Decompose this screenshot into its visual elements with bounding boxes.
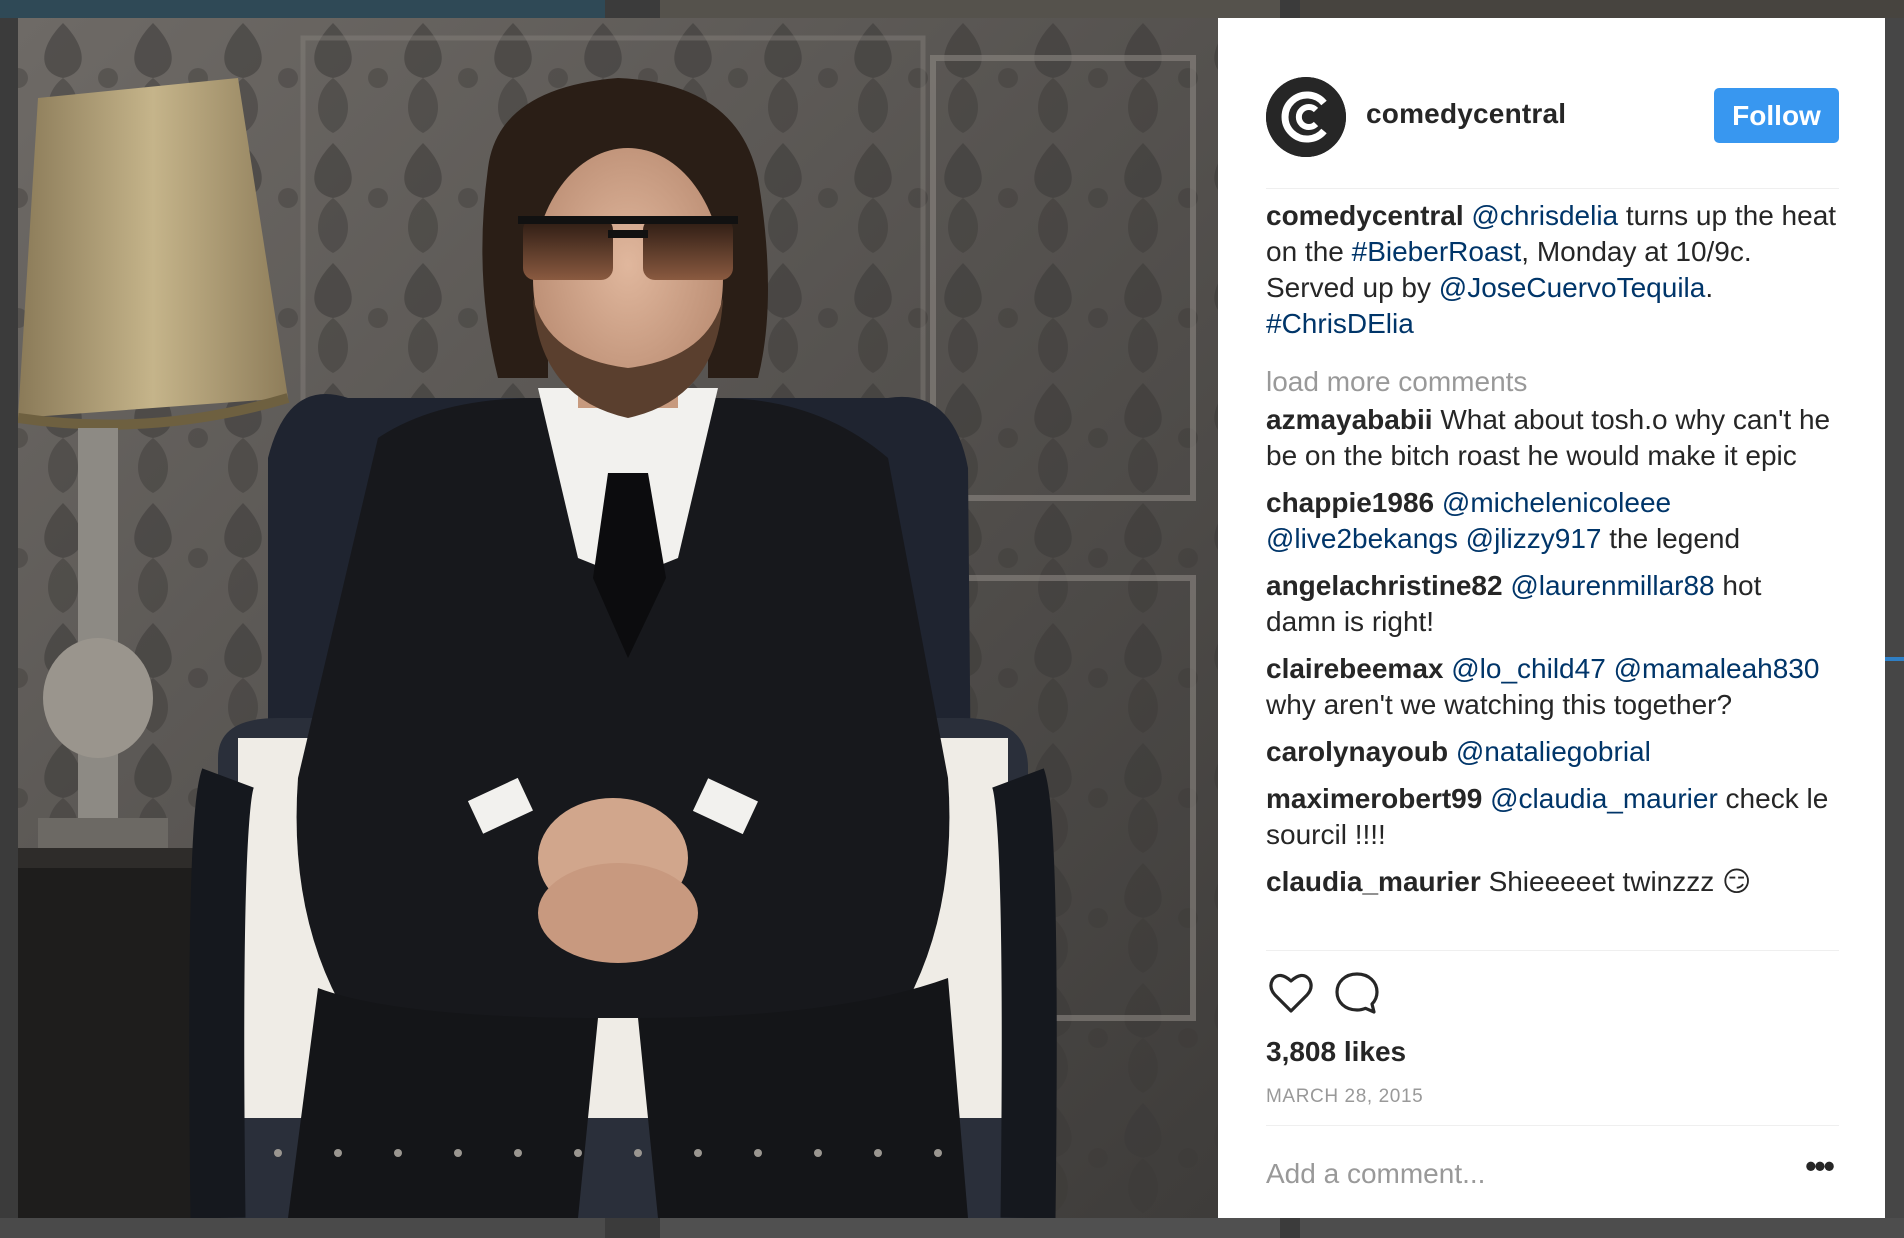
comment-item: clairebeemax @lo_child47 @mamaleah830 wh… <box>1266 651 1839 723</box>
comment-text <box>1606 653 1614 684</box>
comedy-central-logo-avatar[interactable] <box>1266 77 1346 157</box>
comment-item: carolynayoub @nataliegobrial <box>1266 734 1839 770</box>
post-username[interactable]: comedycentral <box>1366 98 1566 130</box>
post-date[interactable]: MARCH 28, 2015 <box>1266 1086 1423 1108</box>
comedy-central-logo-icon <box>1266 77 1346 157</box>
comment-item: angelachristine82 @laurenmillar88 hot da… <box>1266 568 1839 640</box>
comment-container: azmayababii What about tosh.o why can't … <box>1266 402 1839 900</box>
background-post-tile <box>1300 0 1904 18</box>
background-post-tile <box>0 0 605 18</box>
follow-button[interactable]: Follow <box>1714 88 1839 143</box>
background-post-tile <box>1885 18 1904 1218</box>
post-photo-illustration <box>18 18 1218 1218</box>
comment-item: maximerobert99 @claudia_maurier check le… <box>1266 781 1839 853</box>
background-post-accent <box>1885 657 1904 661</box>
caption: comedycentral @chrisdelia turns up the h… <box>1266 198 1839 342</box>
comment-item: azmayababii What about tosh.o why can't … <box>1266 402 1839 474</box>
background-post-tile <box>660 1218 1280 1238</box>
heart-outline-icon[interactable] <box>1266 968 1316 1018</box>
comment-username[interactable]: claudia_maurier <box>1266 866 1481 897</box>
mention-link[interactable]: @nataliegobrial <box>1456 736 1651 767</box>
comment-username[interactable]: chappie1986 <box>1266 487 1434 518</box>
comment-text: . <box>1705 272 1714 303</box>
comment-username[interactable]: carolynayoub <box>1266 736 1448 767</box>
ellipsis-icon[interactable]: ••• <box>1799 1150 1839 1192</box>
add-comment-input[interactable] <box>1266 1150 1756 1198</box>
load-more-comments-link[interactable]: load more comments <box>1266 364 1839 400</box>
background-post-tile <box>1300 1218 1904 1238</box>
mention-link[interactable]: @JoseCuervoTequila <box>1439 272 1706 303</box>
comment-username[interactable]: angelachristine82 <box>1266 570 1503 601</box>
background-post-tile <box>0 1218 605 1238</box>
mention-link[interactable]: #BieberRoast <box>1352 236 1522 267</box>
mention-link[interactable]: @chrisdelia <box>1471 200 1618 231</box>
mention-link[interactable]: @claudia_maurier <box>1490 783 1718 814</box>
post-header: comedycentral Follow <box>1266 58 1839 189</box>
comment-item: chappie1986 @michelenicoleee @live2bekan… <box>1266 485 1839 557</box>
comment-composer: ••• <box>1266 1125 1839 1219</box>
caption-username[interactable]: comedycentral <box>1266 200 1464 231</box>
comment-text <box>1458 523 1466 554</box>
comment-text: Shieeeeet twinzzz 😏 <box>1488 866 1752 897</box>
mention-link[interactable]: @live2bekangs <box>1266 523 1458 554</box>
mention-link[interactable]: @mamaleah830 <box>1614 653 1820 684</box>
action-bar <box>1266 968 1839 1018</box>
speech-bubble-icon[interactable] <box>1332 968 1382 1018</box>
post-modal: comedycentral Follow comedycentral @chri… <box>18 18 1885 1218</box>
comment-username[interactable]: azmayababii <box>1266 404 1433 435</box>
comment-username[interactable]: maximerobert99 <box>1266 783 1482 814</box>
comment-item: claudia_maurier Shieeeeet twinzzz 😏 <box>1266 864 1839 900</box>
mention-link[interactable]: @jlizzy917 <box>1466 523 1602 554</box>
comment-username[interactable]: clairebeemax <box>1266 653 1443 684</box>
mention-link[interactable]: @laurenmillar88 <box>1510 570 1714 601</box>
comments-list[interactable]: comedycentral @chrisdelia turns up the h… <box>1266 198 1839 951</box>
post-sidebar: comedycentral Follow comedycentral @chri… <box>1218 18 1885 1218</box>
mention-link[interactable]: @lo_child47 <box>1451 653 1606 684</box>
comment-text: why aren't we watching this together? <box>1266 689 1733 720</box>
likes-count[interactable]: 3,808 likes <box>1266 1036 1406 1068</box>
mention-link[interactable]: @michelenicoleee <box>1442 487 1671 518</box>
background-post-tile <box>660 0 1280 18</box>
mention-link[interactable]: #ChrisDElia <box>1266 308 1414 339</box>
comment-text: the legend <box>1601 523 1741 554</box>
post-photo <box>18 18 1218 1218</box>
